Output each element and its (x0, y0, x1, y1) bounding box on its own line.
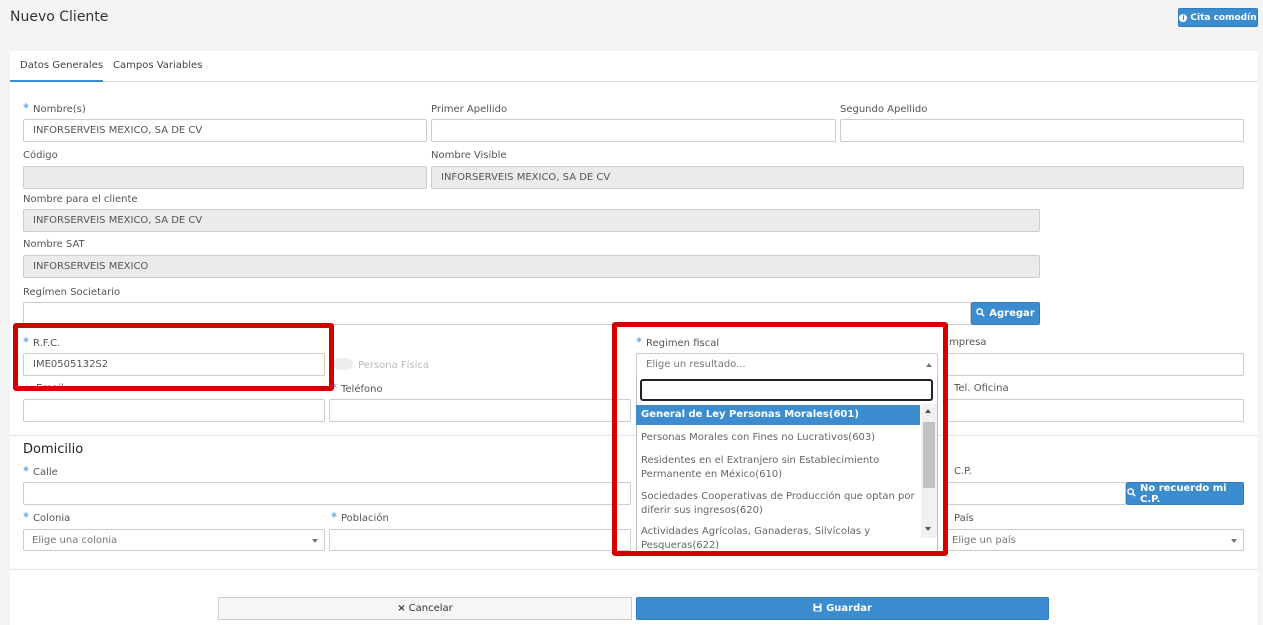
no-recuerdo-cp-button[interactable]: No recuerdo mi C.P. (1126, 482, 1244, 505)
tab-active-indicator (10, 80, 103, 82)
empresa-label: mpresa (949, 337, 987, 348)
pais-select[interactable]: Elige un país (944, 529, 1244, 551)
no-recuerdo-cp-label: No recuerdo mi C.P. (1140, 482, 1227, 505)
colonia-placeholder: Elige una colonia (32, 534, 118, 546)
search-icon (1127, 487, 1136, 500)
regimen-societario-label: Regímen Societario (23, 287, 121, 298)
regimen-fiscal-highlight-box (612, 322, 948, 556)
nombre-sat-label: Nombre SAT (23, 239, 85, 250)
rfc-highlight-box (13, 323, 334, 391)
nombre-sat-input[interactable]: INFORSERVEIS MEXICO (23, 255, 1040, 278)
tel-oficina-label: Tel. Oficina (954, 383, 1009, 394)
telefono-label: * Teléfono (331, 381, 383, 395)
cancel-label: Cancelar (408, 603, 453, 614)
primer-apellido-input[interactable] (431, 119, 836, 142)
codigo-input[interactable] (23, 166, 427, 189)
cancel-button[interactable]: × Cancelar (218, 597, 632, 620)
nombre-input[interactable]: INFORSERVEIS MEXICO, SA DE CV (23, 119, 427, 142)
chevron-down-icon (1231, 539, 1237, 543)
poblacion-input[interactable] (329, 529, 631, 551)
cita-comodin-button[interactable]: i Cita comodín (1178, 8, 1258, 27)
tab-campos-variables[interactable]: Campos Variables (113, 60, 202, 71)
close-icon: × (397, 603, 406, 614)
cp-label: C.P. (954, 466, 972, 477)
email-input[interactable] (23, 399, 325, 422)
calle-label: * Calle (23, 464, 58, 478)
nombre-cliente-input[interactable]: INFORSERVEIS MEXICO, SA DE CV (23, 209, 1040, 232)
agregar-label: Agregar (989, 308, 1035, 319)
segundo-apellido-input[interactable] (840, 119, 1244, 142)
info-icon: i (1179, 13, 1188, 22)
persona-fisica-label: Persona Física (358, 360, 430, 371)
save-button[interactable]: Guardar (636, 597, 1049, 620)
telefono-input[interactable] (329, 399, 631, 422)
search-icon (976, 307, 985, 320)
empresa-input[interactable] (944, 353, 1244, 376)
save-label: Guardar (826, 603, 872, 614)
codigo-label: Código (23, 150, 58, 161)
nombre-visible-label: Nombre Visible (431, 150, 507, 161)
colonia-select[interactable]: Elige una colonia (23, 529, 325, 551)
pais-placeholder: Elige un país (952, 534, 1016, 546)
tel-oficina-input[interactable] (944, 399, 1244, 422)
nombre-label: * Nombre(s) (23, 101, 86, 115)
calle-input[interactable] (23, 482, 631, 505)
pais-label: País (954, 513, 974, 524)
primer-apellido-label: Primer Apellido (431, 104, 508, 115)
poblacion-label: * Población (331, 510, 389, 524)
divider (10, 569, 1258, 570)
nombre-visible-input[interactable]: INFORSERVEIS MEXICO, SA DE CV (431, 166, 1244, 189)
colonia-label: * Colonia (23, 510, 71, 524)
cp-input[interactable] (944, 482, 1126, 505)
nombre-cliente-label: Nombre para el cliente (23, 194, 138, 205)
cita-comodin-label: Cita comodín (1190, 12, 1257, 23)
persona-fisica-toggle[interactable] (333, 358, 353, 370)
agregar-button[interactable]: Agregar (971, 302, 1040, 325)
floppy-disk-icon (813, 602, 822, 615)
tab-datos-generales[interactable]: Datos Generales (20, 60, 103, 71)
page-title: Nuevo Cliente (10, 9, 109, 25)
chevron-down-icon (312, 539, 318, 543)
domicilio-title: Domicilio (23, 442, 84, 457)
segundo-apellido-label: Segundo Apellido (840, 104, 928, 115)
